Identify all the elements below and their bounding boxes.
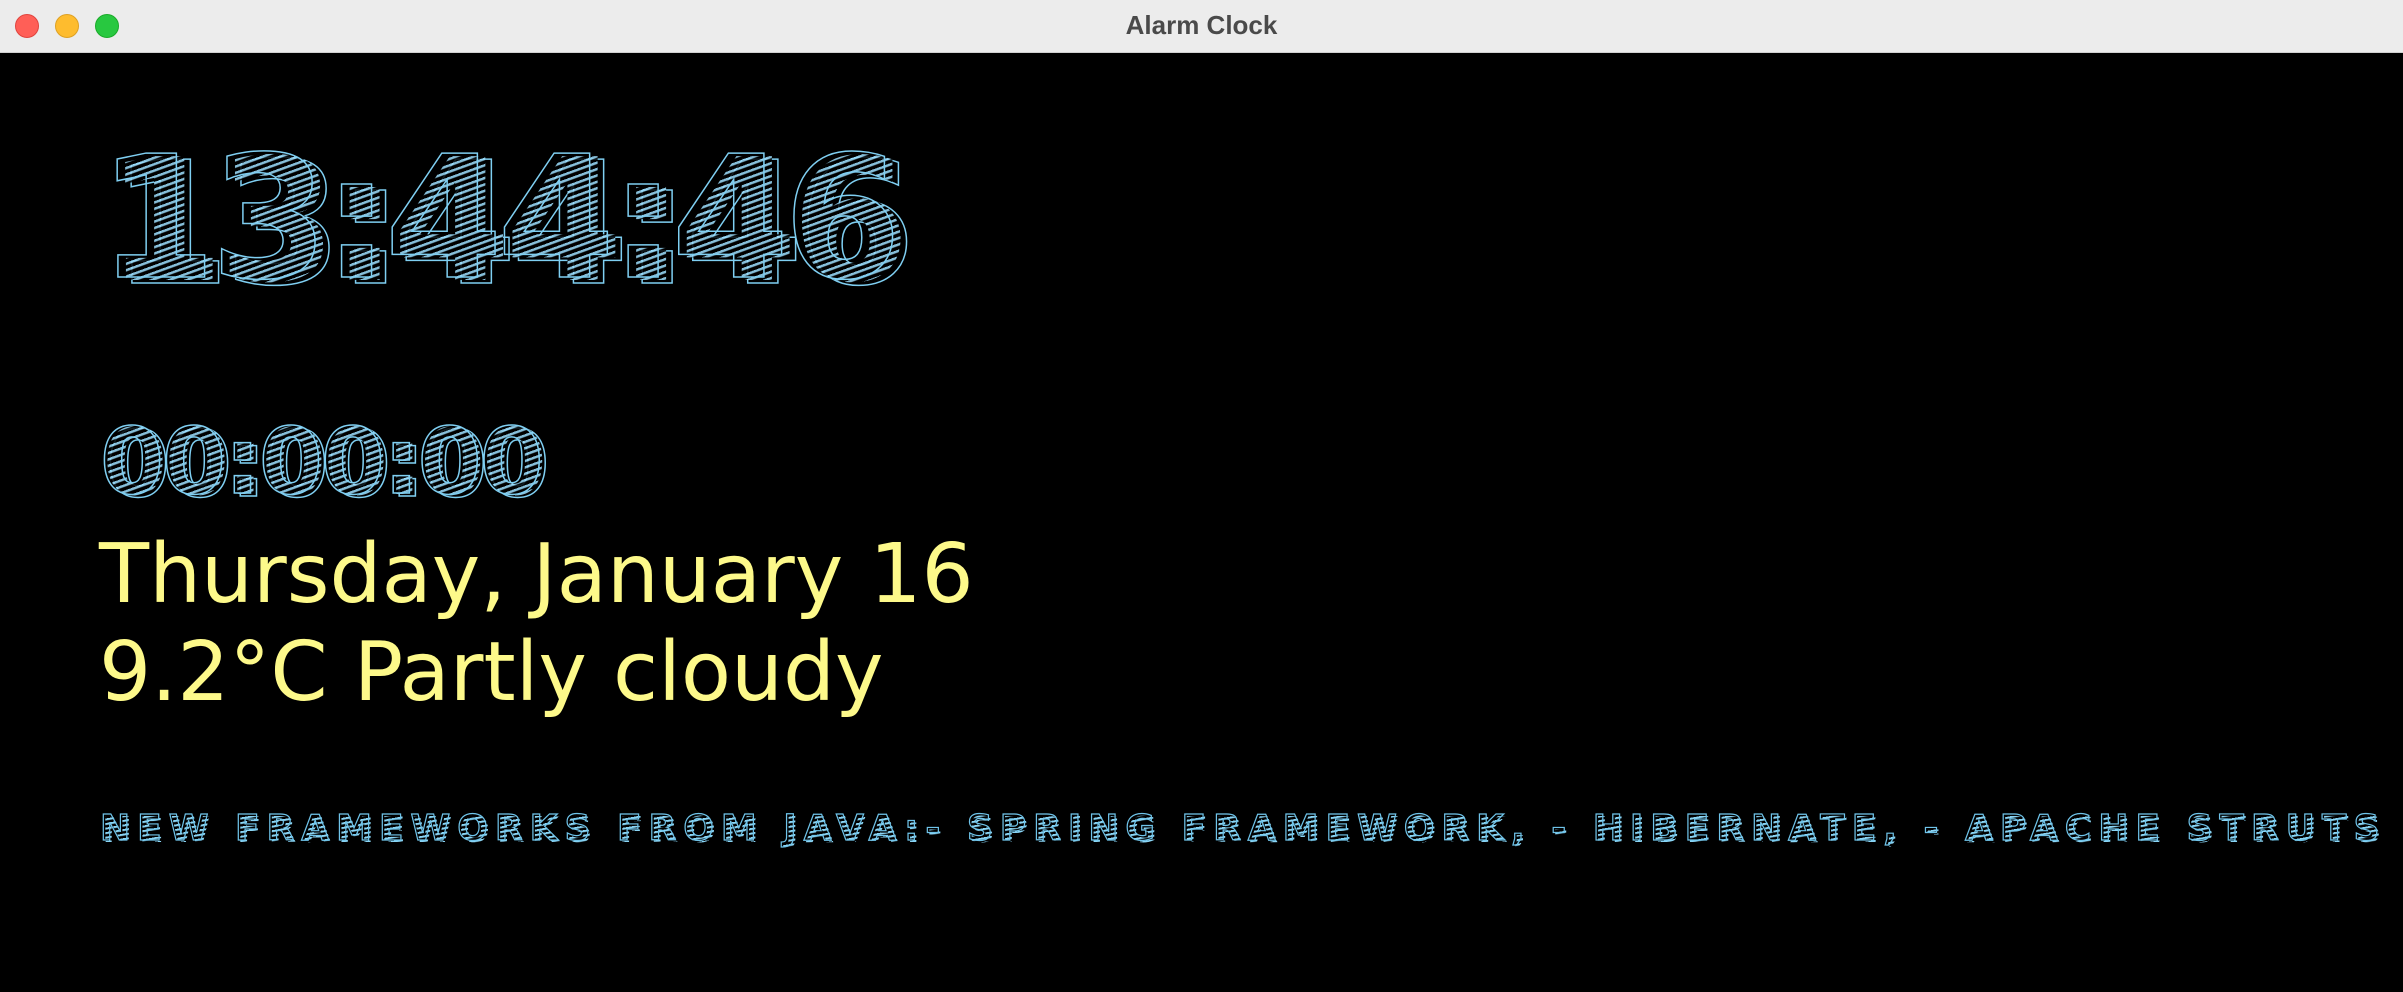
- news-ticker: NEW FRAMEWORKS FROM JAVA:- SPRING FRAMEW…: [99, 807, 2381, 868]
- news-ticker-text: NEW FRAMEWORKS FROM JAVA:- SPRING FRAMEW…: [99, 807, 2387, 849]
- date-label: Thursday, January 16: [99, 527, 974, 622]
- weather-label: 9.2°C Partly cloudy: [99, 625, 884, 720]
- alarm-clock-window: Alarm Clock 13:44:46 13:44:46 13:44:46 0…: [0, 0, 2403, 992]
- alarm-time: 00:00:00: [99, 407, 544, 516]
- current-time-display: 13:44:46 13:44:46 13:44:46: [97, 119, 938, 325]
- window-title: Alarm Clock: [1125, 10, 1278, 40]
- title-bar[interactable]: Alarm Clock: [0, 0, 2403, 53]
- alarm-time-display: 00:00:00 00:00:00 00:00:00: [99, 407, 580, 519]
- current-time: 13:44:46: [97, 119, 902, 319]
